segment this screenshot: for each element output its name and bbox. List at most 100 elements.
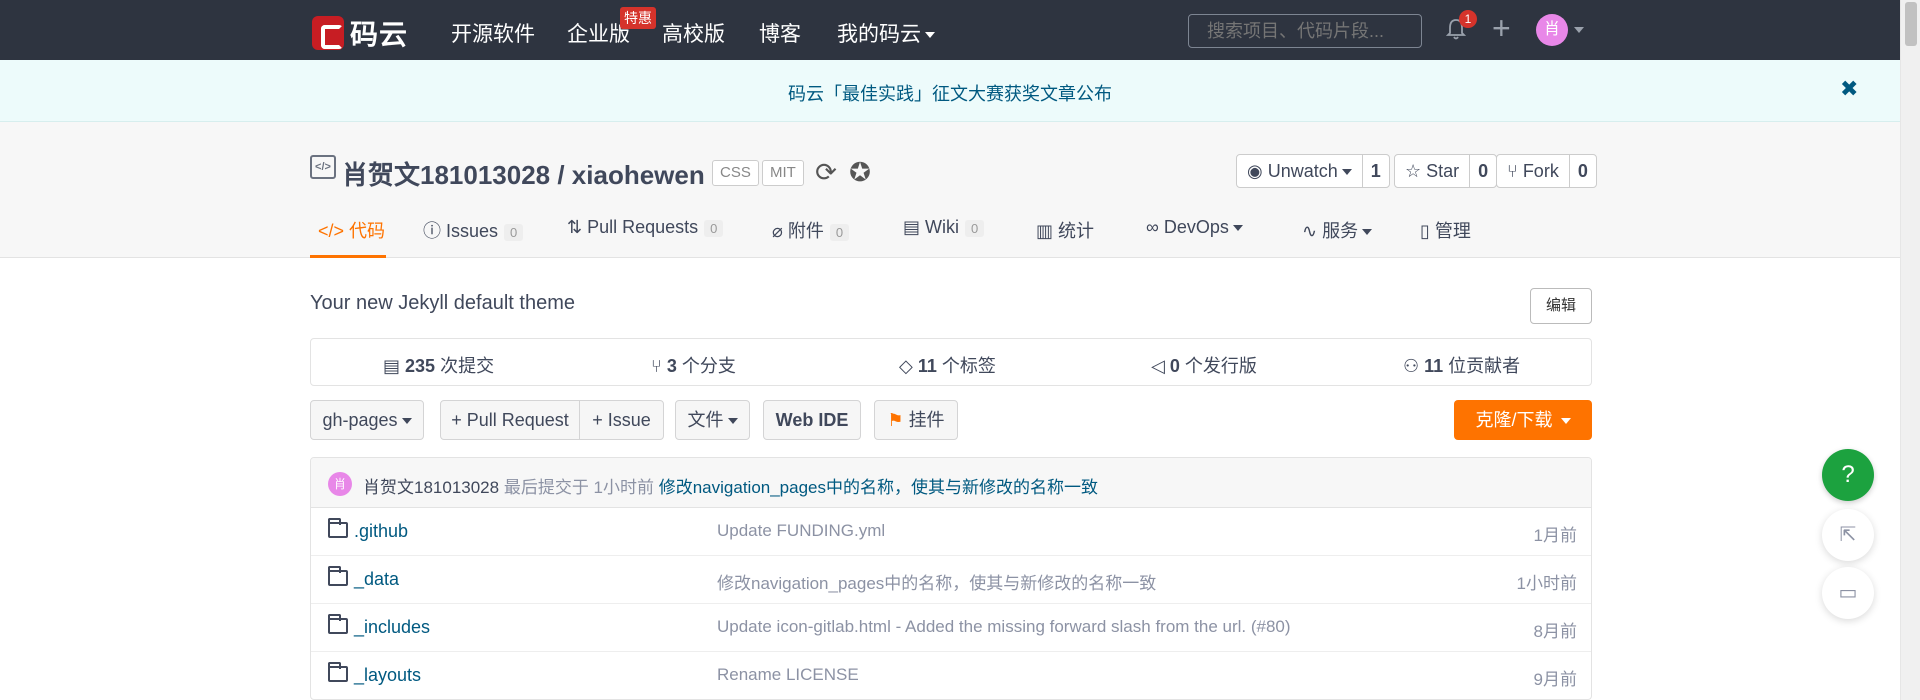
logo[interactable]: 码云	[312, 13, 408, 53]
file-commit-message[interactable]: 修改navigation_pages中的名称，使其与新修改的名称一致	[717, 569, 1156, 594]
file-commit-message[interactable]: Update icon-gitlab.html - Added the miss…	[717, 617, 1291, 637]
infinity-icon: ∞	[1146, 217, 1164, 237]
nav-item-my-gitee[interactable]: 我的码云	[837, 18, 935, 48]
star-count[interactable]: 0	[1470, 155, 1496, 187]
stat-number: 235	[405, 356, 436, 376]
pull-request-icon: ⇅	[567, 217, 588, 237]
tab-services[interactable]: ∿ 服务	[1302, 210, 1373, 258]
user-avatar[interactable]: 肖	[1536, 14, 1568, 46]
widget-button[interactable]: ⚑ 挂件	[874, 400, 958, 440]
comment-icon[interactable]: ▭	[1822, 567, 1874, 619]
scrollbar-thumb[interactable]	[1905, 2, 1917, 46]
file-dropdown[interactable]: 文件	[675, 400, 750, 440]
file-time: 9月前	[1533, 670, 1577, 689]
nav-item-university[interactable]: 高校版	[662, 18, 725, 48]
tab-code[interactable]: </> 代码	[310, 210, 386, 258]
watch-button[interactable]: ◉ Unwatch	[1237, 155, 1363, 187]
search-input[interactable]	[1188, 14, 1422, 48]
file-name[interactable]: _includes	[354, 617, 430, 638]
tab-label: Pull Requests	[587, 217, 699, 237]
close-icon[interactable]: ✖	[1840, 76, 1858, 102]
file-name[interactable]: .github	[354, 521, 408, 542]
chevron-down-icon	[401, 418, 412, 425]
scrollbar[interactable]	[1900, 0, 1920, 700]
chevron-down-icon	[925, 32, 935, 39]
pull-request-button[interactable]: + Pull Request	[440, 400, 580, 440]
project-header: </> 肖贺文181013028 / xiaohewen CSS MIT ⟳ ✪…	[0, 122, 1900, 258]
stat-contributors[interactable]: ⚇ 11 位贡献者	[1403, 352, 1520, 378]
file-time: 8月前	[1533, 622, 1577, 641]
branch-select[interactable]: gh-pages	[310, 400, 424, 440]
tab-statistics[interactable]: ▥ 统计	[1036, 210, 1094, 258]
stat-branches[interactable]: ⑂ 3 个分支	[651, 352, 736, 378]
folder-icon	[328, 566, 348, 586]
issue-button[interactable]: + Issue	[579, 400, 664, 440]
stat-commits[interactable]: ▤ 235 次提交	[383, 352, 494, 378]
avatar[interactable]: 肖	[328, 472, 352, 496]
list-item: .github Update FUNDING.yml 1月前	[311, 508, 1591, 556]
file-list: 肖 肖贺文181013028 最后提交于 1小时前 修改navigation_p…	[310, 457, 1592, 700]
share-icon[interactable]: ⇱	[1822, 509, 1874, 561]
commit-author[interactable]: 肖贺文181013028	[363, 478, 499, 497]
document-icon: ▯	[1420, 221, 1435, 241]
web-ide-button[interactable]: Web IDE	[763, 400, 861, 440]
file-commit-message[interactable]: Rename LICENSE	[717, 665, 859, 685]
hot-badge: 特惠	[620, 7, 656, 29]
award-icon[interactable]: ✪	[846, 158, 874, 186]
stat-number: 11	[1424, 356, 1444, 376]
eye-icon: ◉	[1247, 161, 1268, 181]
fork-count[interactable]: 0	[1570, 155, 1596, 187]
star-icon: ☆	[1405, 161, 1427, 181]
watch-label: Unwatch	[1267, 161, 1338, 181]
chevron-down-icon	[1560, 418, 1571, 425]
stat-tags[interactable]: ◇ 11 个标签	[899, 352, 996, 378]
watch-button-group: ◉ Unwatch 1	[1236, 154, 1390, 188]
tab-manage[interactable]: ▯ 管理	[1420, 210, 1471, 258]
file-commit-message[interactable]: Update FUNDING.yml	[717, 521, 885, 541]
language-tag[interactable]: CSS	[712, 160, 759, 186]
clone-label: 克隆/下载	[1475, 410, 1553, 430]
tab-issues[interactable]: ⓘ Issues 0	[423, 210, 524, 258]
folder-icon	[328, 614, 348, 634]
file-name[interactable]: _layouts	[354, 665, 421, 686]
stat-label: 个标签	[936, 356, 996, 376]
notification-badge: 1	[1459, 10, 1477, 28]
tab-devops[interactable]: ∞ DevOps	[1146, 210, 1243, 258]
tab-pull-requests[interactable]: ⇅ Pull Requests 0	[567, 210, 724, 258]
nav-item-blog[interactable]: 博客	[759, 18, 801, 48]
chevron-down-icon	[1232, 225, 1243, 232]
file-name[interactable]: _data	[354, 569, 399, 590]
commit-message[interactable]: 修改navigation_pages中的名称，使其与新修改的名称一致	[659, 478, 1098, 497]
tab-label: DevOps	[1163, 217, 1229, 237]
stat-number: 3	[666, 356, 677, 376]
fork-button[interactable]: ⑂ Fork	[1497, 155, 1570, 187]
tab-label: 服务	[1322, 221, 1359, 241]
watch-count[interactable]: 1	[1363, 155, 1389, 187]
sync-icon[interactable]: ⟳	[812, 158, 840, 186]
license-tag[interactable]: MIT	[762, 160, 804, 186]
commit-icon: ▤	[383, 356, 406, 376]
tab-wiki[interactable]: ▤ Wiki 0	[903, 210, 985, 258]
avatar-chevron-down-icon[interactable]	[1574, 27, 1584, 33]
clone-download-button[interactable]: 克隆/下载	[1454, 400, 1592, 440]
star-button[interactable]: ☆ Star	[1395, 155, 1471, 187]
fork-label: Fork	[1522, 161, 1559, 181]
notice-text[interactable]: 码云「最佳实践」征文大赛获奖文章公布	[0, 80, 1900, 106]
chevron-down-icon	[1362, 229, 1373, 236]
notice-banner: 码云「最佳实践」征文大赛获奖文章公布 ✖	[0, 60, 1900, 122]
paperclip-icon: ⌀	[772, 221, 788, 241]
widget-label: 挂件	[908, 410, 945, 430]
nav-item-open-source[interactable]: 开源软件	[451, 18, 535, 48]
plus-icon[interactable]: +	[1492, 10, 1511, 47]
list-item: _data 修改navigation_pages中的名称，使其与新修改的名称一致…	[311, 556, 1591, 604]
chevron-down-icon	[727, 418, 738, 425]
stat-label: 次提交	[435, 356, 495, 376]
help-button[interactable]: ?	[1822, 449, 1874, 501]
fork-icon: ⑂	[1507, 161, 1523, 181]
stat-releases[interactable]: ◁ 0 个发行版	[1151, 352, 1257, 378]
stat-label: 位贡献者	[1443, 356, 1521, 376]
edit-button[interactable]: 编辑	[1530, 288, 1592, 324]
tab-attachments[interactable]: ⌀ 附件 0	[772, 210, 850, 258]
tab-count: 0	[504, 223, 524, 241]
repo-title[interactable]: 肖贺文181013028 / xiaohewen	[342, 155, 705, 192]
